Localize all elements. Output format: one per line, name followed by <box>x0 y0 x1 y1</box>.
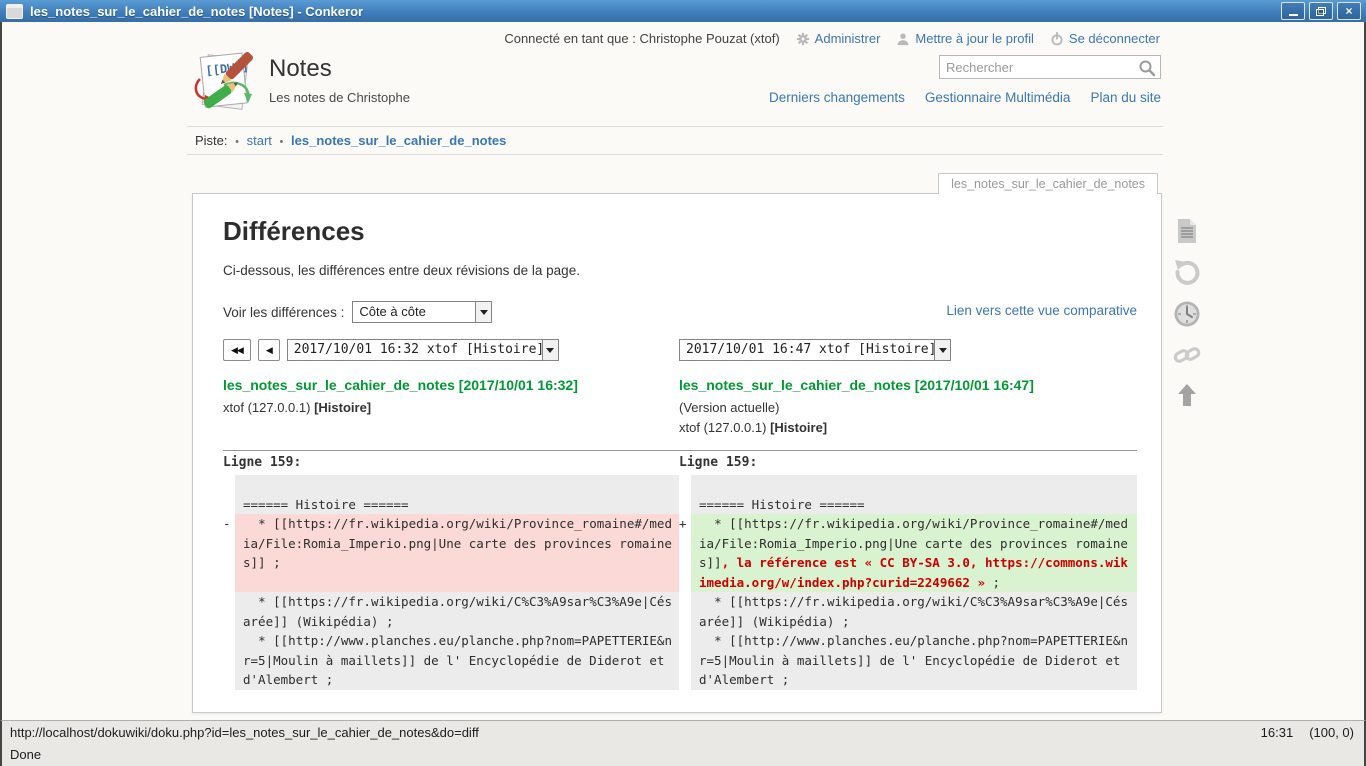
media-manager-link[interactable]: Gestionnaire Multimédia <box>925 90 1071 105</box>
new-revision-action: [Histoire] <box>770 420 827 435</box>
chevron-down-icon <box>934 340 950 360</box>
previous-revision-button[interactable]: ◀ <box>258 339 280 361</box>
top-icon[interactable] <box>1175 382 1199 413</box>
site-tagline: Les notes de Christophe <box>269 90 410 105</box>
site-title[interactable]: Notes <box>269 55 332 83</box>
diff-context-cell: * [[https://fr.wikipedia.org/wiki/C%C3%A… <box>223 592 679 690</box>
diff-column-headers: les_notes_sur_le_cahier_de_notes [2017/1… <box>223 375 1137 450</box>
conkeror-window: les_notes_sur_le_cahier_de_notes [Notes]… <box>0 0 1366 766</box>
logged-in-text: Connecté en tant que : Christophe Pouzat… <box>504 31 779 46</box>
update-profile-link[interactable]: Mettre à jour le profil <box>915 31 1034 46</box>
diff-added-marker: + <box>679 514 691 592</box>
diff-context-after-right: * [[https://fr.wikipedia.org/wiki/C%C3%A… <box>691 592 1137 690</box>
old-revision-action: [Histoire] <box>314 400 371 415</box>
diff-view-select[interactable]: Côte à côte <box>352 301 492 323</box>
new-line-header: Ligne 159: <box>679 450 1137 475</box>
dokuwiki-logo[interactable]: [[DW]] <box>190 49 260 117</box>
user-icon <box>896 32 910 46</box>
search-box <box>939 55 1161 79</box>
revert-icon[interactable] <box>1173 258 1201 291</box>
new-revision-value: 2017/10/01 16:47 xtof [Histoire] <box>680 340 934 360</box>
breadcrumb-item-start[interactable]: start <box>247 133 272 148</box>
breadcrumb-item-current[interactable]: les_notes_sur_le_cahier_de_notes <box>291 133 506 148</box>
diff-context-cell: * [[https://fr.wikipedia.org/wiki/C%C3%A… <box>679 592 1137 690</box>
breadcrumb-separator: • <box>276 136 288 148</box>
gear-icon <box>796 32 810 46</box>
new-revision-user: xtof (127.0.0.1) <box>679 420 770 435</box>
diff-deleted-marker: - <box>223 514 235 592</box>
close-button[interactable]: × <box>1337 2 1361 20</box>
diff-table: ====== Histoire ====== ====== Histoire =… <box>223 475 1137 690</box>
diff-added-line: * [[https://fr.wikipedia.org/wiki/Provin… <box>691 514 1137 592</box>
page-title: Différences <box>223 216 1137 247</box>
restore-icon <box>1316 7 1326 16</box>
window-icon <box>6 4 23 19</box>
search-input[interactable] <box>940 56 1160 78</box>
logout-link[interactable]: Se déconnecter <box>1069 31 1160 46</box>
old-revision-user: xtof (127.0.0.1) <box>223 400 314 415</box>
new-revision-select[interactable]: 2017/10/01 16:47 xtof [Histoire] <box>679 339 951 361</box>
backlink-icon[interactable] <box>1173 342 1201 373</box>
site-tools: Derniers changements Gestionnaire Multim… <box>769 90 1161 105</box>
first-revision-button[interactable]: ◀◀ <box>223 339 251 361</box>
browser-viewport: Connecté en tant que : Christophe Pouzat… <box>0 22 1366 720</box>
window-title: les_notes_sur_le_cahier_de_notes [Notes]… <box>30 4 1277 19</box>
compare-view-link[interactable]: Lien vers cette vue comparative <box>946 303 1137 318</box>
current-version-note: (Version actuelle) <box>679 398 1137 418</box>
diff-view-value: Côte à côte <box>353 302 475 322</box>
page-icon[interactable] <box>1175 218 1199 249</box>
user-toolbar: Connecté en tant que : Christophe Pouzat… <box>504 31 1160 46</box>
old-line-header: Ligne 159: <box>223 450 679 475</box>
diff-context-after-left: * [[https://fr.wikipedia.org/wiki/C%C3%A… <box>235 592 679 690</box>
diff-context-before-right: ====== Histoire ====== <box>691 475 1137 514</box>
diff-context-before-left: ====== Histoire ====== <box>235 475 679 514</box>
clock-icon[interactable] <box>1173 300 1201 333</box>
diff-intro: Ci-dessous, les différences entre deux r… <box>223 263 1137 278</box>
status-coordinates: (100, 0) <box>1309 725 1354 740</box>
search-icon[interactable] <box>1138 59 1156 82</box>
diff-context-cell: ====== Histoire ====== <box>679 475 1137 514</box>
new-revision-header: les_notes_sur_le_cahier_de_notes [2017/1… <box>679 375 1137 450</box>
status-done: Done <box>10 747 41 762</box>
diff-deleted-line: * [[https://fr.wikipedia.org/wiki/Provin… <box>235 514 679 592</box>
status-right: 16:31 (100, 0) <box>1261 725 1354 740</box>
diff-added-highlight: , la référence est « CC BY-SA 3.0, https… <box>699 555 1128 590</box>
status-url: http://localhost/dokuwiki/doku.php?id=le… <box>10 725 479 740</box>
revision-nav-row: ◀◀ ◀ 2017/10/01 16:32 xtof [Histoire] 20… <box>223 339 1137 361</box>
page-tools <box>1172 218 1202 413</box>
sitemap-link[interactable]: Plan du site <box>1090 90 1161 105</box>
new-revision-title-link[interactable]: les_notes_sur_le_cahier_de_notes [2017/1… <box>679 375 1137 395</box>
page-name-tab: les_notes_sur_le_cahier_de_notes <box>938 173 1158 194</box>
admin-link[interactable]: Administrer <box>815 31 881 46</box>
power-icon <box>1050 32 1064 46</box>
close-icon: × <box>1345 5 1352 17</box>
window-titlebar: les_notes_sur_le_cahier_de_notes [Notes]… <box>0 0 1366 22</box>
breadcrumb: Piste: • start • les_notes_sur_le_cahier… <box>187 126 1163 155</box>
old-revision-value: 2017/10/01 16:32 xtof [Histoire] <box>288 340 542 360</box>
diff-line-headers: Ligne 159: Ligne 159: <box>223 450 1137 475</box>
minimize-icon <box>1289 14 1298 16</box>
chevron-down-icon <box>475 302 491 322</box>
old-revision-header: les_notes_sur_le_cahier_de_notes [2017/1… <box>223 375 679 450</box>
old-revision-select[interactable]: 2017/10/01 16:32 xtof [Histoire] <box>287 339 559 361</box>
breadcrumb-separator: • <box>231 136 243 148</box>
status-bar: http://localhost/dokuwiki/doku.php?id=le… <box>0 720 1366 766</box>
recent-changes-link[interactable]: Derniers changements <box>769 90 905 105</box>
diff-added-cell: + * [[https://fr.wikipedia.org/wiki/Prov… <box>679 514 1137 592</box>
content-panel: Différences Ci-dessous, les différences … <box>192 193 1162 713</box>
minimize-button[interactable] <box>1281 2 1305 20</box>
diff-context-cell: ====== Histoire ====== <box>223 475 679 514</box>
old-revision-title-link[interactable]: les_notes_sur_le_cahier_de_notes [2017/1… <box>223 375 679 395</box>
chevron-down-icon <box>542 340 558 360</box>
diff-deleted-cell: - * [[https://fr.wikipedia.org/wiki/Prov… <box>223 514 679 592</box>
diff-view-label: Voir les différences : <box>223 305 344 320</box>
status-time: 16:31 <box>1261 725 1294 740</box>
breadcrumb-label: Piste: <box>195 133 228 148</box>
restore-button[interactable] <box>1309 2 1333 20</box>
diff-view-row: Voir les différences : Côte à côte Lien … <box>223 300 1137 324</box>
